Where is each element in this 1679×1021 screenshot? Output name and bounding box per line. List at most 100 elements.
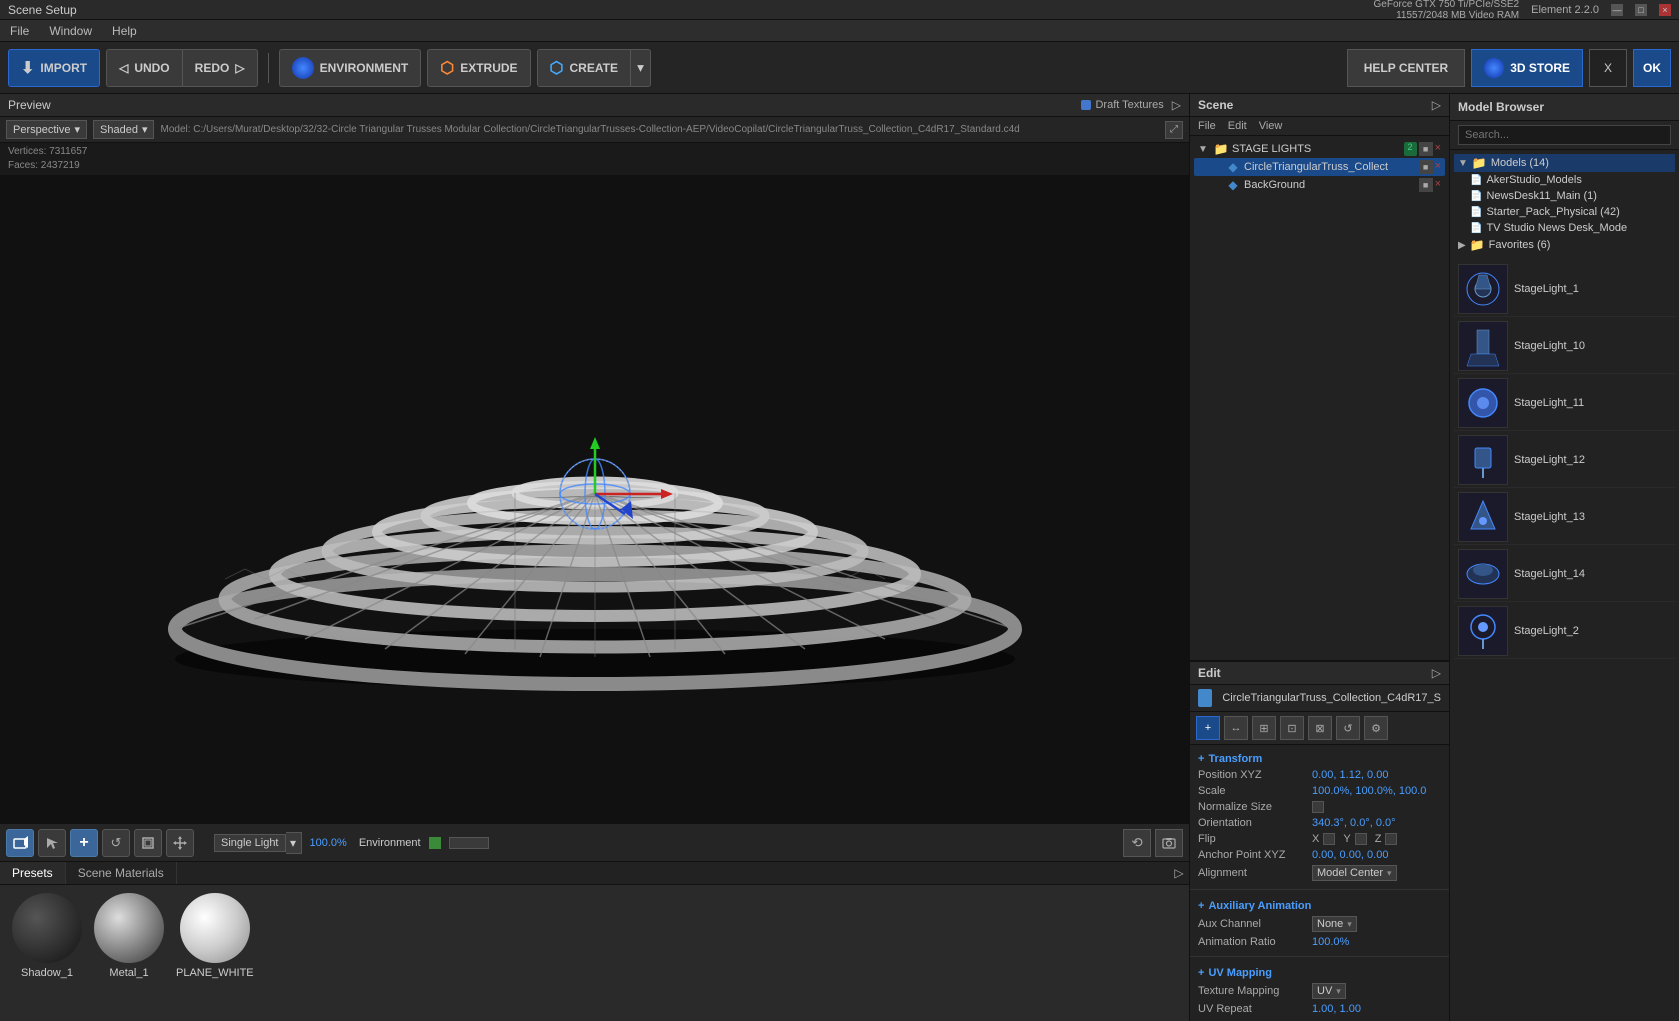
3d-store-button[interactable]: 3D STORE [1471, 49, 1583, 87]
minimize-button[interactable]: — [1611, 4, 1623, 16]
maximize-button[interactable]: □ [1635, 4, 1647, 16]
material-item-metal[interactable]: Metal_1 [94, 893, 164, 1013]
refresh-scene-button[interactable]: ↺ [102, 829, 130, 857]
mb-newsdesk-item[interactable]: 📄 NewsDesk11_Main (1) [1454, 188, 1675, 204]
move-button[interactable] [166, 829, 194, 857]
mb-newsdesk-icon: 📄 [1470, 191, 1482, 202]
perspective-dropdown[interactable]: Perspective ▾ [6, 120, 87, 139]
prop-tool-anim[interactable]: ↺ [1336, 716, 1360, 740]
texture-dropdown[interactable]: UV ▾ [1312, 983, 1346, 999]
reset-view-button[interactable]: ⟲ [1123, 829, 1151, 857]
stage-lights-label: STAGE LIGHTS [1232, 143, 1400, 155]
mb-search-input[interactable] [1458, 125, 1671, 145]
menu-window[interactable]: Window [45, 24, 96, 38]
props-expand-icon[interactable]: ▷ [1432, 666, 1441, 680]
help-center-button[interactable]: HELP CENTER [1347, 49, 1465, 87]
bg-visibility[interactable]: ■ [1419, 178, 1433, 192]
prop-tool-settings[interactable]: ⚙ [1364, 716, 1388, 740]
redo-button[interactable]: REDO ▷ [183, 49, 258, 87]
viewport-3d[interactable] [0, 175, 1189, 823]
zoom-level[interactable]: 100.0% [310, 837, 347, 849]
material-item-shadow[interactable]: Shadow_1 [12, 893, 82, 1013]
shaded-dropdown[interactable]: Shaded ▾ [93, 120, 154, 139]
scene-edit-menu[interactable]: Edit [1228, 120, 1247, 132]
stage-lights-close[interactable]: × [1435, 142, 1441, 156]
create-dropdown-button[interactable]: ▾ [631, 49, 651, 87]
section-divider-1 [1190, 889, 1449, 890]
prop-tool-grid[interactable]: ⊞ [1252, 716, 1276, 740]
aux-expand[interactable]: + [1198, 900, 1204, 912]
light-mode-dropdown[interactable]: Single Light [214, 834, 286, 852]
presets-expand-button[interactable]: ▷ [1169, 862, 1189, 884]
extrude-button[interactable]: ⬡ EXTRUDE [427, 49, 530, 87]
circle-truss-close[interactable]: × [1435, 160, 1441, 174]
mb-aker-item[interactable]: 📄 AkerStudio_Models [1454, 172, 1675, 188]
presets-tab[interactable]: Presets [0, 862, 66, 884]
mb-thumb-stagelight11[interactable]: StageLight_11 [1454, 376, 1675, 431]
mb-tvstudio-item[interactable]: 📄 TV Studio News Desk_Mode [1454, 220, 1675, 236]
viewport-expand-icon[interactable]: ▷ [1172, 98, 1181, 112]
uv-repeat-value[interactable]: 1.00, 1.00 [1312, 1003, 1361, 1015]
menu-help[interactable]: Help [108, 24, 141, 38]
prop-tool-add[interactable]: + [1196, 716, 1220, 740]
screenshot-button[interactable] [1155, 829, 1183, 857]
animation-ratio-value[interactable]: 100.0% [1312, 936, 1349, 948]
flip-x-check[interactable] [1323, 833, 1335, 845]
aux-channel-dropdown[interactable]: None ▾ [1312, 916, 1357, 932]
camera-view-button[interactable] [6, 829, 34, 857]
mb-favorites-arrow: ▶ [1458, 240, 1466, 251]
scale-value[interactable]: 100.0%, 100.0%, 100.0 [1312, 785, 1426, 797]
flip-z-check[interactable] [1385, 833, 1397, 845]
stage-lights-visibility[interactable]: ■ [1419, 142, 1433, 156]
material-item-white[interactable]: PLANE_WHITE [176, 893, 254, 1013]
scene-menu: File Edit View [1190, 117, 1449, 136]
mb-thumb-stagelight10[interactable]: StageLight_10 [1454, 319, 1675, 374]
viewport-maximize-button[interactable]: ⤢ [1165, 121, 1183, 139]
light-mode-arrow[interactable]: ▾ [286, 832, 302, 854]
prop-tool-material[interactable]: ⊠ [1308, 716, 1332, 740]
alignment-dropdown[interactable]: Model Center ▾ [1312, 865, 1397, 881]
props-panel-label: Edit [1198, 666, 1221, 680]
cancel-button[interactable]: X [1589, 49, 1627, 87]
mb-favorites-item[interactable]: ▶ 📁 Favorites (6) [1454, 236, 1675, 254]
main-area: Preview Draft Textures ▷ Perspective ▾ S… [0, 94, 1679, 1021]
prop-tool-object[interactable]: ⊡ [1280, 716, 1304, 740]
tree-item-background[interactable]: ◆ BackGround ■ × [1194, 176, 1445, 194]
mb-starter-item[interactable]: 📄 Starter_Pack_Physical (42) [1454, 204, 1675, 220]
bg-close[interactable]: × [1435, 178, 1441, 192]
menu-file[interactable]: File [6, 24, 33, 38]
scale-label: Scale [1198, 785, 1308, 797]
prop-tool-move[interactable]: ↔ [1224, 716, 1248, 740]
flip-y-check[interactable] [1355, 833, 1367, 845]
environment-button[interactable]: ENVIRONMENT [279, 49, 422, 87]
undo-button[interactable]: ◁ UNDO [106, 49, 183, 87]
mb-thumb-stagelight13[interactable]: StageLight_13 [1454, 490, 1675, 545]
ok-button[interactable]: OK [1633, 49, 1671, 87]
scene-view-menu[interactable]: View [1259, 120, 1283, 132]
tree-item-stage-lights[interactable]: ▼ 📁 STAGE LIGHTS 2 ■ × [1194, 140, 1445, 158]
mb-thumb-stagelight12[interactable]: StageLight_12 [1454, 433, 1675, 488]
uv-expand[interactable]: + [1198, 967, 1204, 979]
mb-models-root[interactable]: ▼ 📁 Models (14) [1454, 154, 1675, 172]
anchor-value[interactable]: 0.00, 0.00, 0.00 [1312, 849, 1388, 861]
create-button[interactable]: ⬡ CREATE [537, 49, 631, 87]
import-button[interactable]: ⬇ IMPORT [8, 49, 100, 87]
scene-materials-tab[interactable]: Scene Materials [66, 862, 177, 884]
mb-thumb-stagelight14[interactable]: StageLight_14 [1454, 547, 1675, 602]
draft-textures-toggle[interactable]: Draft Textures [1081, 99, 1163, 111]
close-button[interactable]: × [1659, 4, 1671, 16]
add-object-button[interactable]: + [70, 829, 98, 857]
scene-expand-icon[interactable]: ▷ [1432, 98, 1441, 112]
position-value[interactable]: 0.00, 1.12, 0.00 [1312, 769, 1388, 781]
frame-button[interactable] [134, 829, 162, 857]
arrow-select-button[interactable] [38, 829, 66, 857]
scene-file-menu[interactable]: File [1198, 120, 1216, 132]
orientation-value[interactable]: 340.3°, 0.0°, 0.0° [1312, 817, 1396, 829]
tree-item-circle-truss[interactable]: ◆ CircleTriangularTruss_Collect ■ × [1194, 158, 1445, 176]
mb-thumb-stagelight1[interactable]: StageLight_1 [1454, 262, 1675, 317]
transform-expand[interactable]: + [1198, 753, 1204, 765]
normalize-checkbox[interactable] [1312, 801, 1324, 813]
aux-channel-row: Aux Channel None ▾ [1198, 914, 1441, 934]
mb-thumb-stagelight2[interactable]: StageLight_2 [1454, 604, 1675, 659]
circle-truss-visibility[interactable]: ■ [1419, 160, 1433, 174]
